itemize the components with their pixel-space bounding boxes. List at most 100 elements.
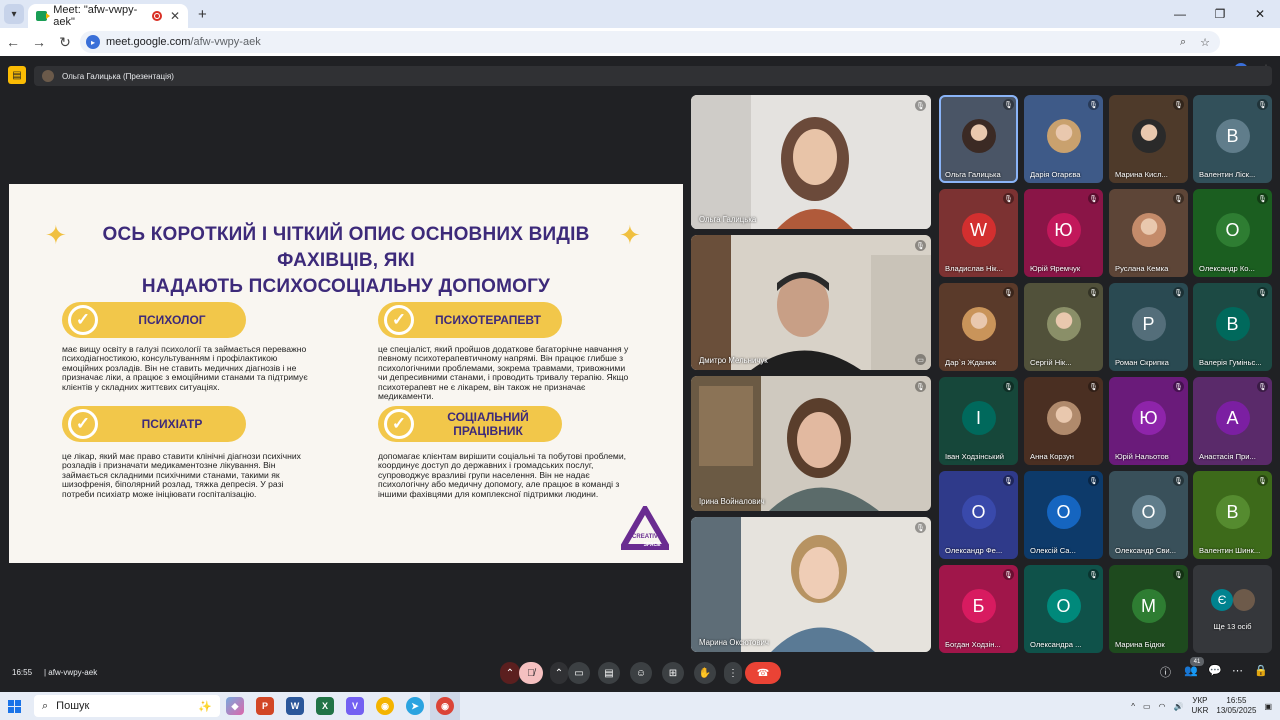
more-options-button[interactable]: ⋮ <box>724 662 742 684</box>
system-tray: ^ ▭ ◠ 🔊 УКР UKR 16:55 13/05/2025 ▣ <box>1131 692 1280 720</box>
card-heading-label: Психолог <box>138 313 206 327</box>
video-tile[interactable]: 🎙 ▭ Дмитро Мельничук <box>691 235 931 370</box>
participant-tile[interactable]: W 🎙 Владислав Нік... <box>939 189 1018 277</box>
browser-tab[interactable]: Meet: "afw-vwpy-aek" ✕ <box>28 4 188 28</box>
url-field[interactable]: ▸ meet.google.com /afw-vwpy-aek ⌕ ☆ <box>80 31 1220 53</box>
back-icon[interactable]: ← <box>0 34 26 50</box>
volume-icon[interactable]: 🔊 <box>1174 702 1184 711</box>
activities-icon[interactable]: ⋯ <box>1232 664 1243 677</box>
participant-tile[interactable]: О 🎙 Олександр Сви... <box>1109 471 1188 559</box>
more-participants-tile[interactable]: Є Ще 13 осіб <box>1193 565 1272 653</box>
avatar-letter: А <box>1215 401 1250 435</box>
participant-tile[interactable]: 🎙 Марина Кисл... <box>1109 95 1188 183</box>
participant-tile[interactable]: Ю 🎙 Юрій Яремчук <box>1024 189 1103 277</box>
card-heading-label: Психіатр <box>141 417 203 431</box>
window-controls: — ❐ ✕ <box>1160 0 1280 28</box>
notifications-icon[interactable]: ▣ <box>1264 702 1272 711</box>
participant-tile[interactable]: 🎙 Ольга Галицька <box>939 95 1018 183</box>
participant-tile[interactable]: 🎙 Руслана Кемка <box>1109 189 1188 277</box>
participant-tile[interactable]: І 🎙 Іван Ходзінський <box>939 377 1018 465</box>
captions-button[interactable]: ▤ <box>598 662 620 684</box>
taskbar-search[interactable]: ⌕ Пошук ✨ <box>34 695 220 717</box>
participant-name: Дарія Огарєва <box>1030 170 1081 179</box>
avatar-letter: І <box>961 401 996 435</box>
presentation-icon[interactable]: ▤ <box>8 66 26 84</box>
participant-tile[interactable]: В 🎙 Валерія Гуміньс... <box>1193 283 1272 371</box>
participant-tile[interactable]: 🎙 Сергій Нік... <box>1024 283 1103 371</box>
forward-icon[interactable]: → <box>26 34 52 50</box>
participant-tile[interactable]: 🎙 Дарія Огарєва <box>1024 95 1103 183</box>
participant-tile[interactable]: А 🎙 Анастасія При... <box>1193 377 1272 465</box>
lang-top: УКР <box>1192 696 1208 705</box>
participant-tile[interactable]: О 🎙 Олександра ... <box>1024 565 1103 653</box>
camera-toggle-button[interactable]: ▭ <box>568 662 590 684</box>
creative-space-logo: CREATIV SPACE <box>621 506 669 550</box>
zoom-icon[interactable]: ⌕ <box>1180 36 1186 49</box>
mic-off-icon: 🎙 <box>1257 381 1268 392</box>
reload-icon[interactable]: ↻ <box>52 34 78 51</box>
chrome-active-icon[interactable]: ◉ <box>430 692 460 720</box>
participant-tile[interactable]: О 🎙 Олександр Фе... <box>939 471 1018 559</box>
windows-start-icon[interactable] <box>0 692 28 720</box>
new-tab-icon[interactable]: + <box>198 6 207 23</box>
url-host: meet.google.com <box>106 36 191 48</box>
minimize-icon[interactable]: — <box>1160 0 1200 28</box>
participant-tile[interactable]: Б 🎙 Богдан Ходзін... <box>939 565 1018 653</box>
present-button[interactable]: ⊞ <box>662 662 684 684</box>
avatar-letter: Ю <box>1131 401 1166 435</box>
browser-tab-bar: ▾ Meet: "afw-vwpy-aek" ✕ + — ❐ ✕ <box>0 0 1280 28</box>
card-heading-label: Соціальний працівник <box>447 410 529 438</box>
leave-call-button[interactable]: ☎ <box>745 662 781 684</box>
participant-tile[interactable]: В 🎙 Валентин Ліск... <box>1193 95 1272 183</box>
audio-options-button[interactable]: ⌃ <box>500 662 520 684</box>
participant-tile[interactable]: В 🎙 Валентин Шинк... <box>1193 471 1272 559</box>
address-bar-row: ← → ↻ ▸ meet.google.com /afw-vwpy-aek ⌕ … <box>0 28 1280 77</box>
participant-tile[interactable]: Ю 🎙 Юрій Нальотов <box>1109 377 1188 465</box>
wifi-icon[interactable]: ◠ <box>1159 702 1166 711</box>
mic-off-icon: 🎙 <box>915 522 926 533</box>
site-info-icon[interactable]: ▸ <box>86 35 100 49</box>
participant-tile[interactable]: 🎙 Анна Корзун <box>1024 377 1103 465</box>
video-tile[interactable]: 🎙 Ольга Галицька <box>691 95 931 229</box>
meeting-info-icon[interactable]: ⓘ <box>1160 664 1171 680</box>
maximize-icon[interactable]: ❐ <box>1200 0 1240 28</box>
tab-title: Meet: "afw-vwpy-aek" <box>53 4 138 28</box>
chrome-icon[interactable]: ◉ <box>370 692 400 720</box>
viber-icon[interactable]: V <box>340 692 370 720</box>
chat-icon[interactable]: 💬 <box>1208 664 1222 677</box>
network-icon[interactable]: ▭ <box>1143 702 1151 711</box>
telegram-icon[interactable]: ➤ <box>400 692 430 720</box>
participant-tile[interactable]: М 🎙 Марина Бідюк <box>1109 565 1188 653</box>
word-icon[interactable]: W <box>280 692 310 720</box>
copilot-icon[interactable]: ◆ <box>220 692 250 720</box>
meeting-time: 16:55 <box>12 668 33 677</box>
powerpoint-icon[interactable]: P <box>250 692 280 720</box>
mic-toggle-button[interactable]: 🎙̸ <box>519 662 543 684</box>
close-window-icon[interactable]: ✕ <box>1240 0 1280 28</box>
raise-hand-button[interactable]: ✋ <box>694 662 716 684</box>
tray-chevron-icon[interactable]: ^ <box>1131 702 1135 711</box>
avatar-letter: В <box>1215 119 1250 153</box>
check-icon: ✓ <box>384 305 414 335</box>
participant-tile[interactable]: Р 🎙 Роман Скрипка <box>1109 283 1188 371</box>
participant-tile[interactable]: О 🎙 Олексій Са... <box>1024 471 1103 559</box>
participant-name: Богдан Ходзін... <box>945 640 1001 649</box>
tab-search-icon[interactable]: ▾ <box>4 4 24 24</box>
video-tile[interactable]: 🎙 Марина Оксютович <box>691 517 931 652</box>
bookmark-star-icon[interactable]: ☆ <box>1200 36 1210 49</box>
check-icon: ✓ <box>68 409 98 439</box>
excel-icon[interactable]: X <box>310 692 340 720</box>
emoji-button[interactable]: ☺ <box>630 662 652 684</box>
video-options-button[interactable]: ⌃ <box>550 662 568 684</box>
avatar <box>1131 119 1166 153</box>
clock[interactable]: 16:55 13/05/2025 <box>1216 696 1256 716</box>
video-tile[interactable]: 🎙 Ірина Войналович <box>691 376 931 511</box>
mic-off-icon: 🎙 <box>1003 99 1014 110</box>
close-tab-icon[interactable]: ✕ <box>170 9 180 23</box>
participant-tile[interactable]: 🎙 Дар`я Жданюк <box>939 283 1018 371</box>
participant-name: Дар`я Жданюк <box>945 358 997 367</box>
language-indicator[interactable]: УКР UKR <box>1192 696 1209 716</box>
participant-tile[interactable]: О 🎙 Олександр Ко... <box>1193 189 1272 277</box>
avatar <box>1131 213 1166 247</box>
host-controls-icon[interactable]: 🔒 <box>1254 664 1268 677</box>
